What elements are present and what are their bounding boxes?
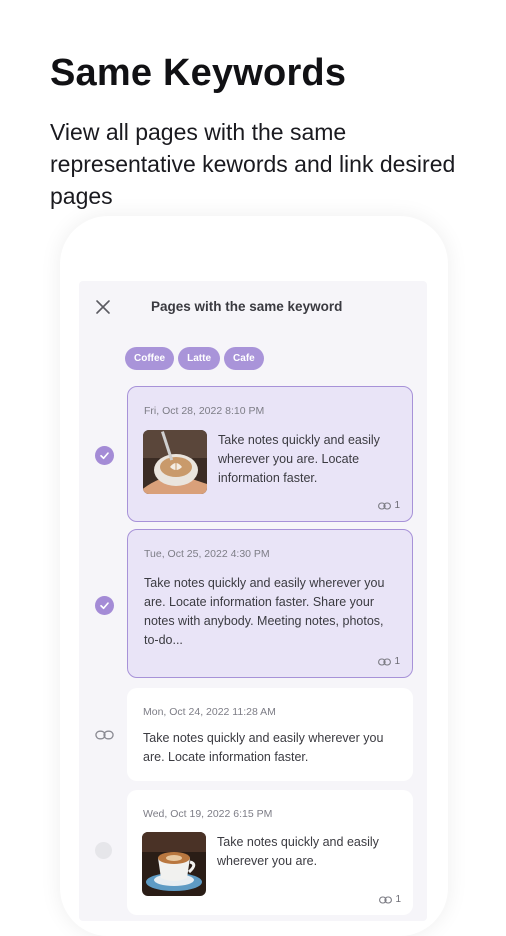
page-card[interactable]: Fri, Oct 28, 2022 8:10 PM Take notes qui…: [127, 386, 413, 522]
page-row: Tue, Oct 25, 2022 4:30 PM Take notes qui…: [79, 529, 427, 678]
keyword-chips: Coffee Latte Cafe: [125, 347, 264, 370]
close-icon: [96, 300, 110, 314]
screen-title: Pages with the same keyword: [151, 299, 343, 314]
link-count: 1: [378, 500, 400, 511]
page-date: Fri, Oct 28, 2022 8:10 PM: [144, 405, 265, 417]
radio-empty-icon[interactable]: [95, 842, 112, 859]
page-row: Fri, Oct 28, 2022 8:10 PM Take notes qui…: [79, 386, 427, 522]
page-card[interactable]: Mon, Oct 24, 2022 11:28 AM Take notes qu…: [127, 688, 413, 781]
keyword-chip[interactable]: Latte: [178, 347, 221, 370]
select-checkbox[interactable]: [95, 596, 114, 615]
select-checkbox[interactable]: [95, 446, 114, 465]
check-icon: [100, 602, 109, 610]
page-text: Take notes quickly and easily wherever y…: [218, 433, 380, 485]
page-text: Take notes quickly and easily wherever y…: [217, 835, 379, 868]
page-thumbnail: [142, 832, 206, 896]
page-text: Take notes quickly and easily wherever y…: [143, 731, 384, 764]
page-card[interactable]: Wed, Oct 19, 2022 6:15 PM Take notes qui…: [127, 790, 413, 915]
linked-indicator[interactable]: [95, 725, 114, 744]
promo-subtitle: View all pages with the same representat…: [50, 119, 456, 209]
promo-title: Same Keywords: [50, 52, 347, 94]
link-count: 1: [378, 656, 400, 667]
keyword-chip[interactable]: Cafe: [224, 347, 264, 370]
link-count-value: 1: [394, 500, 400, 511]
check-icon: [100, 452, 109, 460]
link-icon: [95, 730, 114, 739]
page-card[interactable]: Tue, Oct 25, 2022 4:30 PM Take notes qui…: [127, 529, 413, 678]
link-count-value: 1: [394, 656, 400, 667]
link-icon: [378, 501, 392, 510]
page-text: Take notes quickly and easily wherever y…: [144, 576, 385, 647]
page-thumbnail: [143, 430, 207, 494]
close-button[interactable]: [93, 297, 113, 317]
page-date: Tue, Oct 25, 2022 4:30 PM: [144, 548, 270, 560]
page-date: Wed, Oct 19, 2022 6:15 PM: [143, 808, 273, 820]
link-icon: [378, 657, 392, 666]
app-screen: Pages with the same keyword Coffee Latte…: [79, 281, 427, 921]
page-date: Mon, Oct 24, 2022 11:28 AM: [143, 706, 276, 718]
page-row: Wed, Oct 19, 2022 6:15 PM Take notes qui…: [79, 790, 427, 915]
page-row: Mon, Oct 24, 2022 11:28 AM Take notes qu…: [79, 688, 427, 781]
keyword-chip[interactable]: Coffee: [125, 347, 175, 370]
